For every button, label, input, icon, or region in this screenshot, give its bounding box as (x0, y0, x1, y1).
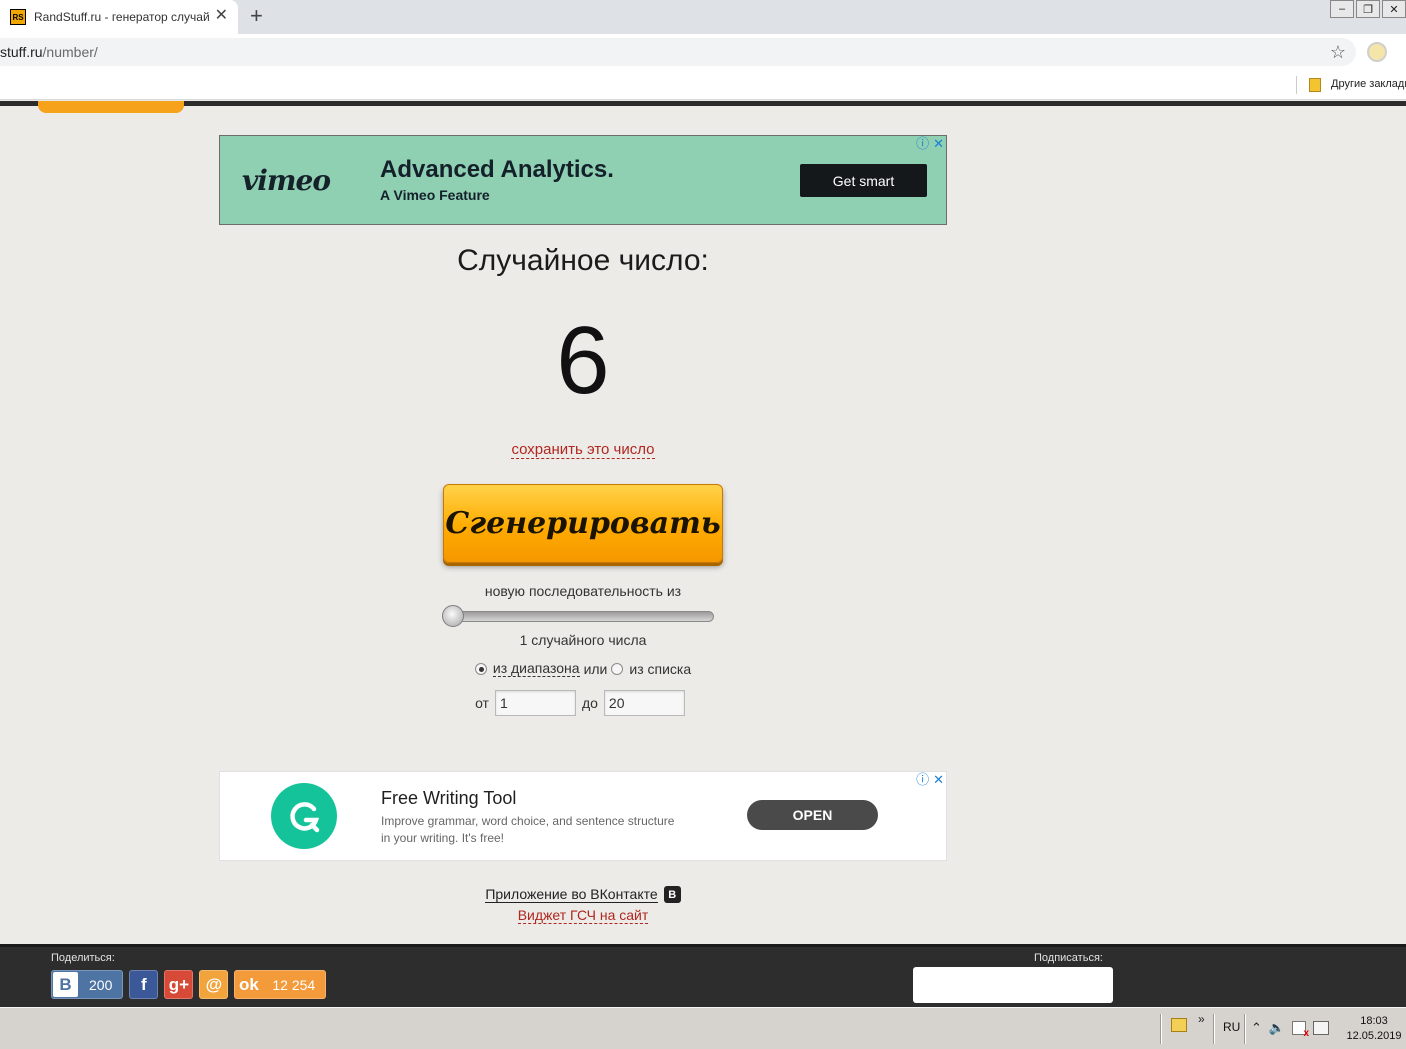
range-to-input[interactable] (603, 690, 685, 716)
mode-or-text: или (583, 660, 608, 677)
share-label: Поделиться: (51, 952, 115, 964)
radio-range[interactable] (474, 662, 487, 675)
mode-selector: из диапазона или из списка (433, 660, 733, 677)
vk-share-count: 200 (89, 976, 113, 993)
random-number-result: 6 (556, 307, 610, 414)
facebook-icon: f (141, 974, 147, 994)
vimeo-logo: vimeo (242, 164, 331, 197)
ok-share-count: 12 254 (272, 976, 316, 993)
taskbar-divider (1244, 1014, 1246, 1044)
ad-subtitle: A Vimeo Feature (380, 187, 490, 203)
taskbar-divider (1213, 1014, 1215, 1044)
widget-link-text[interactable]: Виджет ГСЧ на сайт (517, 907, 649, 924)
googleplus-icon: g+ (168, 974, 190, 994)
grammarly-g-icon (290, 802, 320, 833)
bookmarks-bar: Другие заклади (0, 70, 1406, 100)
radio-list[interactable] (611, 662, 624, 675)
share-mailru-button[interactable]: @ (199, 970, 229, 999)
share-facebook-button[interactable]: f (129, 970, 159, 999)
site-header (0, 101, 1406, 106)
ad-open-button[interactable]: OPEN (747, 800, 878, 830)
window-controls: ‒ ❐ ✕ (1328, 0, 1406, 18)
bookmarks-divider (1296, 76, 1297, 94)
other-bookmarks-folder[interactable]: Другие заклади (1331, 78, 1406, 90)
mode-list-label[interactable]: из списка (629, 661, 691, 677)
range-from-input[interactable] (494, 690, 576, 716)
taskbar-divider (1160, 1014, 1162, 1044)
tab-close-icon[interactable]: ✕ (215, 8, 228, 24)
ad-body: Improve grammar, word choice, and senten… (381, 814, 675, 845)
clock-date: 12.05.2019 (1346, 1030, 1402, 1042)
bookmark-star-icon[interactable]: ☆ (1330, 42, 1346, 63)
tab-title: RandStuff.ru - генератор случайны (34, 10, 210, 24)
taskbar-clock[interactable]: 18:03 12.05.2019 (1344, 1014, 1404, 1044)
share-odnoklassniki-button[interactable]: ok 12 254 (234, 970, 327, 999)
ad-choices[interactable]: ⓘ ✕ (916, 773, 944, 786)
browser-toolbar: stuff.ru/number/ ☆ (0, 34, 1406, 70)
ad-banner-top[interactable]: vimeo Advanced Analytics. A Vimeo Featur… (219, 135, 947, 225)
vk-app-row: Приложение во ВКонтакте В (433, 886, 733, 903)
vk-icon: B (53, 972, 78, 997)
show-hidden-icons-icon[interactable]: ⌃ (1251, 1020, 1262, 1036)
share-vk-button[interactable]: B 200 (51, 970, 124, 999)
ad-choices[interactable]: ⓘ ✕ (916, 137, 944, 150)
new-tab-button[interactable]: + (250, 4, 263, 28)
folder-icon[interactable] (1309, 78, 1321, 92)
widget-link[interactable]: Виджет ГСЧ на сайт (433, 907, 733, 924)
language-indicator[interactable]: RU (1223, 1020, 1240, 1034)
ad-info-icon[interactable]: ⓘ (916, 773, 929, 786)
range-inputs: от до (433, 690, 733, 716)
page-content: vimeo Advanced Analytics. A Vimeo Featur… (0, 101, 1406, 1007)
subscribe-label: Подписаться: (1034, 952, 1103, 964)
site-favicon-icon: RS (10, 9, 26, 25)
subscribe-widget[interactable] (913, 967, 1113, 1003)
site-footer: Поделиться: B 200 f g+ @ ok 12 254 Подпи… (0, 944, 1406, 1007)
clock-time: 18:03 (1360, 1015, 1388, 1027)
save-number-link[interactable]: сохранить это число (483, 441, 683, 459)
odnoklassniki-icon: ok (238, 974, 259, 994)
profile-avatar-icon[interactable] (1367, 42, 1387, 62)
grammarly-logo-icon (271, 783, 337, 849)
ad-banner-bottom[interactable]: Free Writing Tool Improve grammar, word … (219, 771, 947, 861)
to-label: до (581, 695, 598, 711)
count-slider-handle[interactable] (442, 605, 464, 627)
minimize-button[interactable]: ‒ (1330, 0, 1354, 18)
count-slider-track[interactable] (444, 611, 714, 622)
ad-close-icon[interactable]: ✕ (933, 137, 944, 150)
from-label: от (475, 695, 489, 711)
ad-cta-button[interactable]: Get smart (800, 164, 927, 197)
browser-tab[interactable]: RS RandStuff.ru - генератор случайны ✕ (0, 0, 238, 34)
header-nav-tab[interactable] (38, 101, 184, 113)
window-close-button[interactable]: ✕ (1382, 0, 1406, 18)
system-tray: ⌃ 🔈 (1251, 1020, 1330, 1039)
ad-info-icon[interactable]: ⓘ (916, 137, 929, 150)
generate-button[interactable]: Сгенерировать (443, 484, 723, 563)
ad-close-icon[interactable]: ✕ (933, 773, 944, 786)
vk-icon[interactable]: В (663, 886, 681, 903)
address-bar[interactable]: stuff.ru/number/ (0, 38, 1356, 66)
mailru-at-icon: @ (205, 974, 223, 994)
count-label: 1 случайного числа (519, 632, 647, 648)
ad-title: Free Writing Tool (381, 788, 517, 808)
taskbar-expand-chevron-icon[interactable]: » (1198, 1012, 1205, 1026)
page-title: Случайное число: (457, 244, 709, 277)
save-number-link-text[interactable]: сохранить это число (511, 441, 655, 459)
volume-icon[interactable]: 🔈 (1269, 1020, 1285, 1036)
sequence-label: новую последовательность из (484, 583, 682, 599)
folder-icon[interactable] (1171, 1018, 1187, 1032)
share-buttons: B 200 f g+ @ ok 12 254 (51, 970, 327, 999)
url-path: /number/ (42, 44, 98, 60)
os-taskbar: » RU ⌃ 🔈 18:03 12.05.2019 (0, 1007, 1406, 1049)
action-center-warning-icon[interactable] (1292, 1021, 1309, 1039)
browser-tabstrip: RS RandStuff.ru - генератор случайны ✕ +… (0, 0, 1406, 34)
ad-title: Advanced Analytics. (380, 156, 614, 183)
share-googleplus-button[interactable]: g+ (164, 970, 194, 999)
vk-app-link[interactable]: Приложение во ВКонтакте (485, 886, 658, 903)
network-icon[interactable] (1313, 1021, 1330, 1035)
url-host: stuff.ru (0, 44, 43, 60)
restore-button[interactable]: ❐ (1356, 0, 1380, 18)
mode-range-label[interactable]: из диапазона (492, 660, 580, 677)
